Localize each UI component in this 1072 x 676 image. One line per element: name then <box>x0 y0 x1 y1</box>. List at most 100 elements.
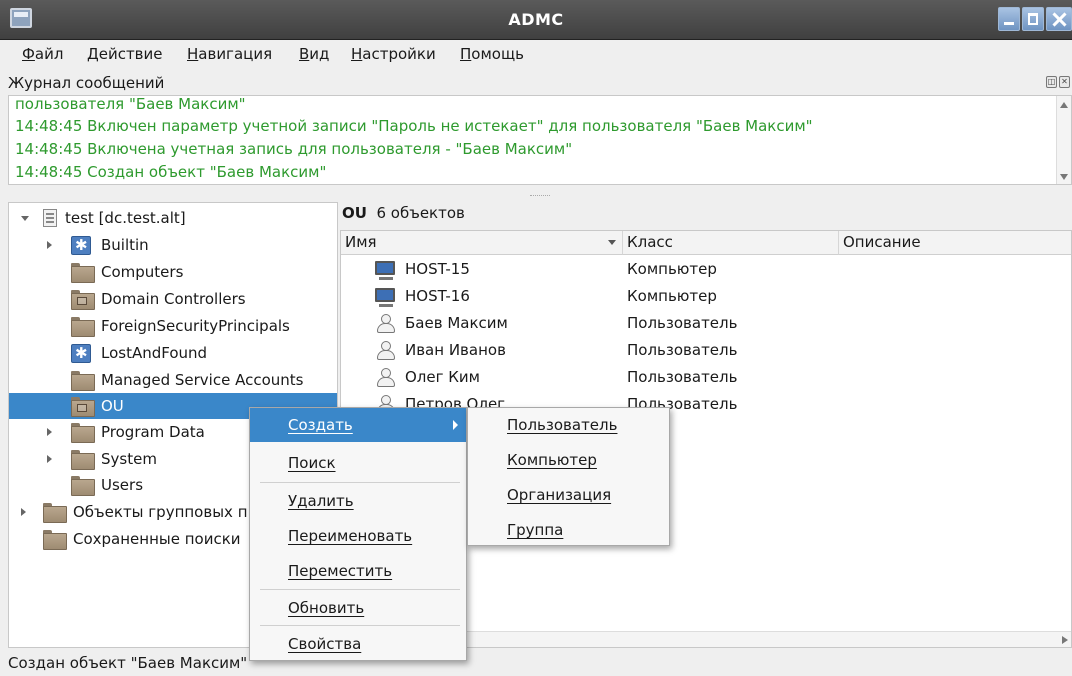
tree-item-lost-and-found[interactable]: LostAndFound <box>9 340 337 366</box>
tree-item-label: OU <box>101 397 124 415</box>
table-row[interactable]: Олег Ким Пользователь <box>341 364 1071 391</box>
folder-icon <box>43 503 67 523</box>
log-scrollbar[interactable] <box>1056 96 1071 184</box>
builtin-container-icon <box>71 344 91 363</box>
column-label: Имя <box>345 233 377 251</box>
log-line: пользователя "Баев Максим" <box>15 95 246 113</box>
scroll-right-icon[interactable] <box>1062 636 1068 644</box>
menu-item-create[interactable]: Создать <box>250 408 466 442</box>
cell-name: Иван Иванов <box>405 341 506 359</box>
cell-name: Баев Максим <box>405 314 508 332</box>
dock-buttons: ◫ ✕ <box>1046 76 1070 90</box>
cell-name: Олег Ким <box>405 368 480 386</box>
ou-folder-icon <box>71 397 95 417</box>
table-row[interactable]: Баев Максим Пользователь <box>341 310 1071 337</box>
menu-item-label: Обновить <box>288 599 365 617</box>
menu-action[interactable]: Действие <box>87 45 163 63</box>
close-dock-icon[interactable]: ✕ <box>1059 76 1070 88</box>
menu-item-label: Компьютер <box>507 451 597 469</box>
collapse-arrow-icon[interactable] <box>21 216 29 221</box>
scroll-up-icon[interactable] <box>1060 102 1068 108</box>
menu-bar: Файл Действие Навигация Вид Настройки По… <box>0 40 1072 70</box>
tree-item-label: Объекты групповых п <box>73 503 248 521</box>
window-title: ADMC <box>508 10 564 29</box>
menu-separator <box>260 625 460 626</box>
maximize-button[interactable] <box>1022 7 1044 31</box>
tree-item-label: Domain Controllers <box>101 290 246 308</box>
menu-item-search[interactable]: Поиск <box>250 446 466 480</box>
close-button[interactable] <box>1046 7 1072 31</box>
tree-item-label: Users <box>101 476 144 494</box>
tree-item-foreign-security-principals[interactable]: ForeignSecurityPrincipals <box>9 313 337 339</box>
column-header-description[interactable]: Описание <box>839 231 1071 255</box>
menu-item-rename[interactable]: Переименовать <box>250 519 466 553</box>
column-label: Класс <box>627 233 673 251</box>
menu-file[interactable]: Файл <box>22 45 63 63</box>
submenu-arrow-icon <box>453 420 458 430</box>
submenu-item-user[interactable]: Пользователь <box>468 408 669 442</box>
status-text: Создан объект "Баев Максим" <box>8 654 248 672</box>
table-row[interactable]: HOST-15 Компьютер <box>341 256 1071 283</box>
context-menu: Создать Поиск Удалить Переименовать Пере… <box>249 407 467 661</box>
expand-arrow-icon[interactable] <box>47 428 52 436</box>
folder-icon <box>43 530 67 550</box>
log-line: 14:48:45 Включен параметр учетной записи… <box>15 117 813 135</box>
menu-item-move[interactable]: Переместить <box>250 554 466 588</box>
submenu-item-group[interactable]: Группа <box>468 513 669 547</box>
cell-class: Компьютер <box>627 287 717 305</box>
tree-item-label: Сохраненные поиски <box>73 530 241 548</box>
log-dock-title: Журнал сообщений <box>8 74 165 92</box>
splitter-handle[interactable] <box>530 195 550 198</box>
tree-item-managed-service-accounts[interactable]: Managed Service Accounts <box>9 367 337 393</box>
folder-icon <box>71 476 95 496</box>
scroll-down-icon[interactable] <box>1060 174 1068 180</box>
folder-icon <box>71 263 95 283</box>
table-row[interactable]: HOST-16 Компьютер <box>341 283 1071 310</box>
menu-item-label: Группа <box>507 521 564 539</box>
menu-item-properties[interactable]: Свойства <box>250 627 466 661</box>
tree-item-domain-controllers[interactable]: Domain Controllers <box>9 286 337 312</box>
column-header-name[interactable]: Имя <box>341 231 623 255</box>
menu-item-label: Свойства <box>288 635 362 653</box>
computer-icon <box>375 261 395 280</box>
expand-arrow-icon[interactable] <box>21 508 26 516</box>
cell-name: HOST-15 <box>405 260 470 278</box>
minimize-button[interactable] <box>998 7 1020 31</box>
cell-class: Пользователь <box>627 341 738 359</box>
submenu-item-computer[interactable]: Компьютер <box>468 443 669 477</box>
main-window: Файл Действие Навигация Вид Настройки По… <box>0 40 1072 676</box>
menu-help[interactable]: Помощь <box>460 45 524 63</box>
menu-item-label: Пользователь <box>507 416 618 434</box>
tree-item-builtin[interactable]: Builtin <box>9 232 337 258</box>
tree-item-label: Program Data <box>101 423 205 441</box>
expand-arrow-icon[interactable] <box>47 241 52 249</box>
expand-arrow-icon[interactable] <box>47 455 52 463</box>
sort-indicator-icon <box>608 240 616 245</box>
tree-item-domain[interactable]: test [dc.test.alt] <box>9 205 337 231</box>
menu-settings[interactable]: Настройки <box>351 45 436 63</box>
cell-class: Пользователь <box>627 314 738 332</box>
tree-item-computers[interactable]: Computers <box>9 259 337 285</box>
submenu-item-organization[interactable]: Организация <box>468 478 669 512</box>
menu-item-label: Переместить <box>288 562 393 580</box>
folder-icon <box>71 423 95 443</box>
float-dock-icon[interactable]: ◫ <box>1046 76 1057 88</box>
results-header: OU 6 объектов <box>342 204 465 222</box>
menu-navigation[interactable]: Навигация <box>187 45 272 63</box>
user-icon <box>377 341 395 360</box>
log-line: 14:48:45 Создан объект "Баев Максим" <box>15 163 327 181</box>
menu-separator <box>260 589 460 590</box>
menu-item-refresh[interactable]: Обновить <box>250 591 466 625</box>
menu-item-label: Переименовать <box>288 527 413 545</box>
menu-separator <box>260 482 460 483</box>
table-row[interactable]: Иван Иванов Пользователь <box>341 337 1071 364</box>
column-header-class[interactable]: Класс <box>623 231 839 255</box>
tree-item-label: Computers <box>101 263 184 281</box>
menu-view[interactable]: Вид <box>299 45 329 63</box>
tree-item-label: System <box>101 450 157 468</box>
message-log[interactable]: пользователя "Баев Максим" 14:48:45 Вклю… <box>8 95 1072 185</box>
menu-item-label: Создать <box>288 416 353 434</box>
menu-item-delete[interactable]: Удалить <box>250 484 466 518</box>
create-submenu: Пользователь Компьютер Организация Групп… <box>467 407 670 546</box>
tree-item-label: test [dc.test.alt] <box>65 209 186 227</box>
